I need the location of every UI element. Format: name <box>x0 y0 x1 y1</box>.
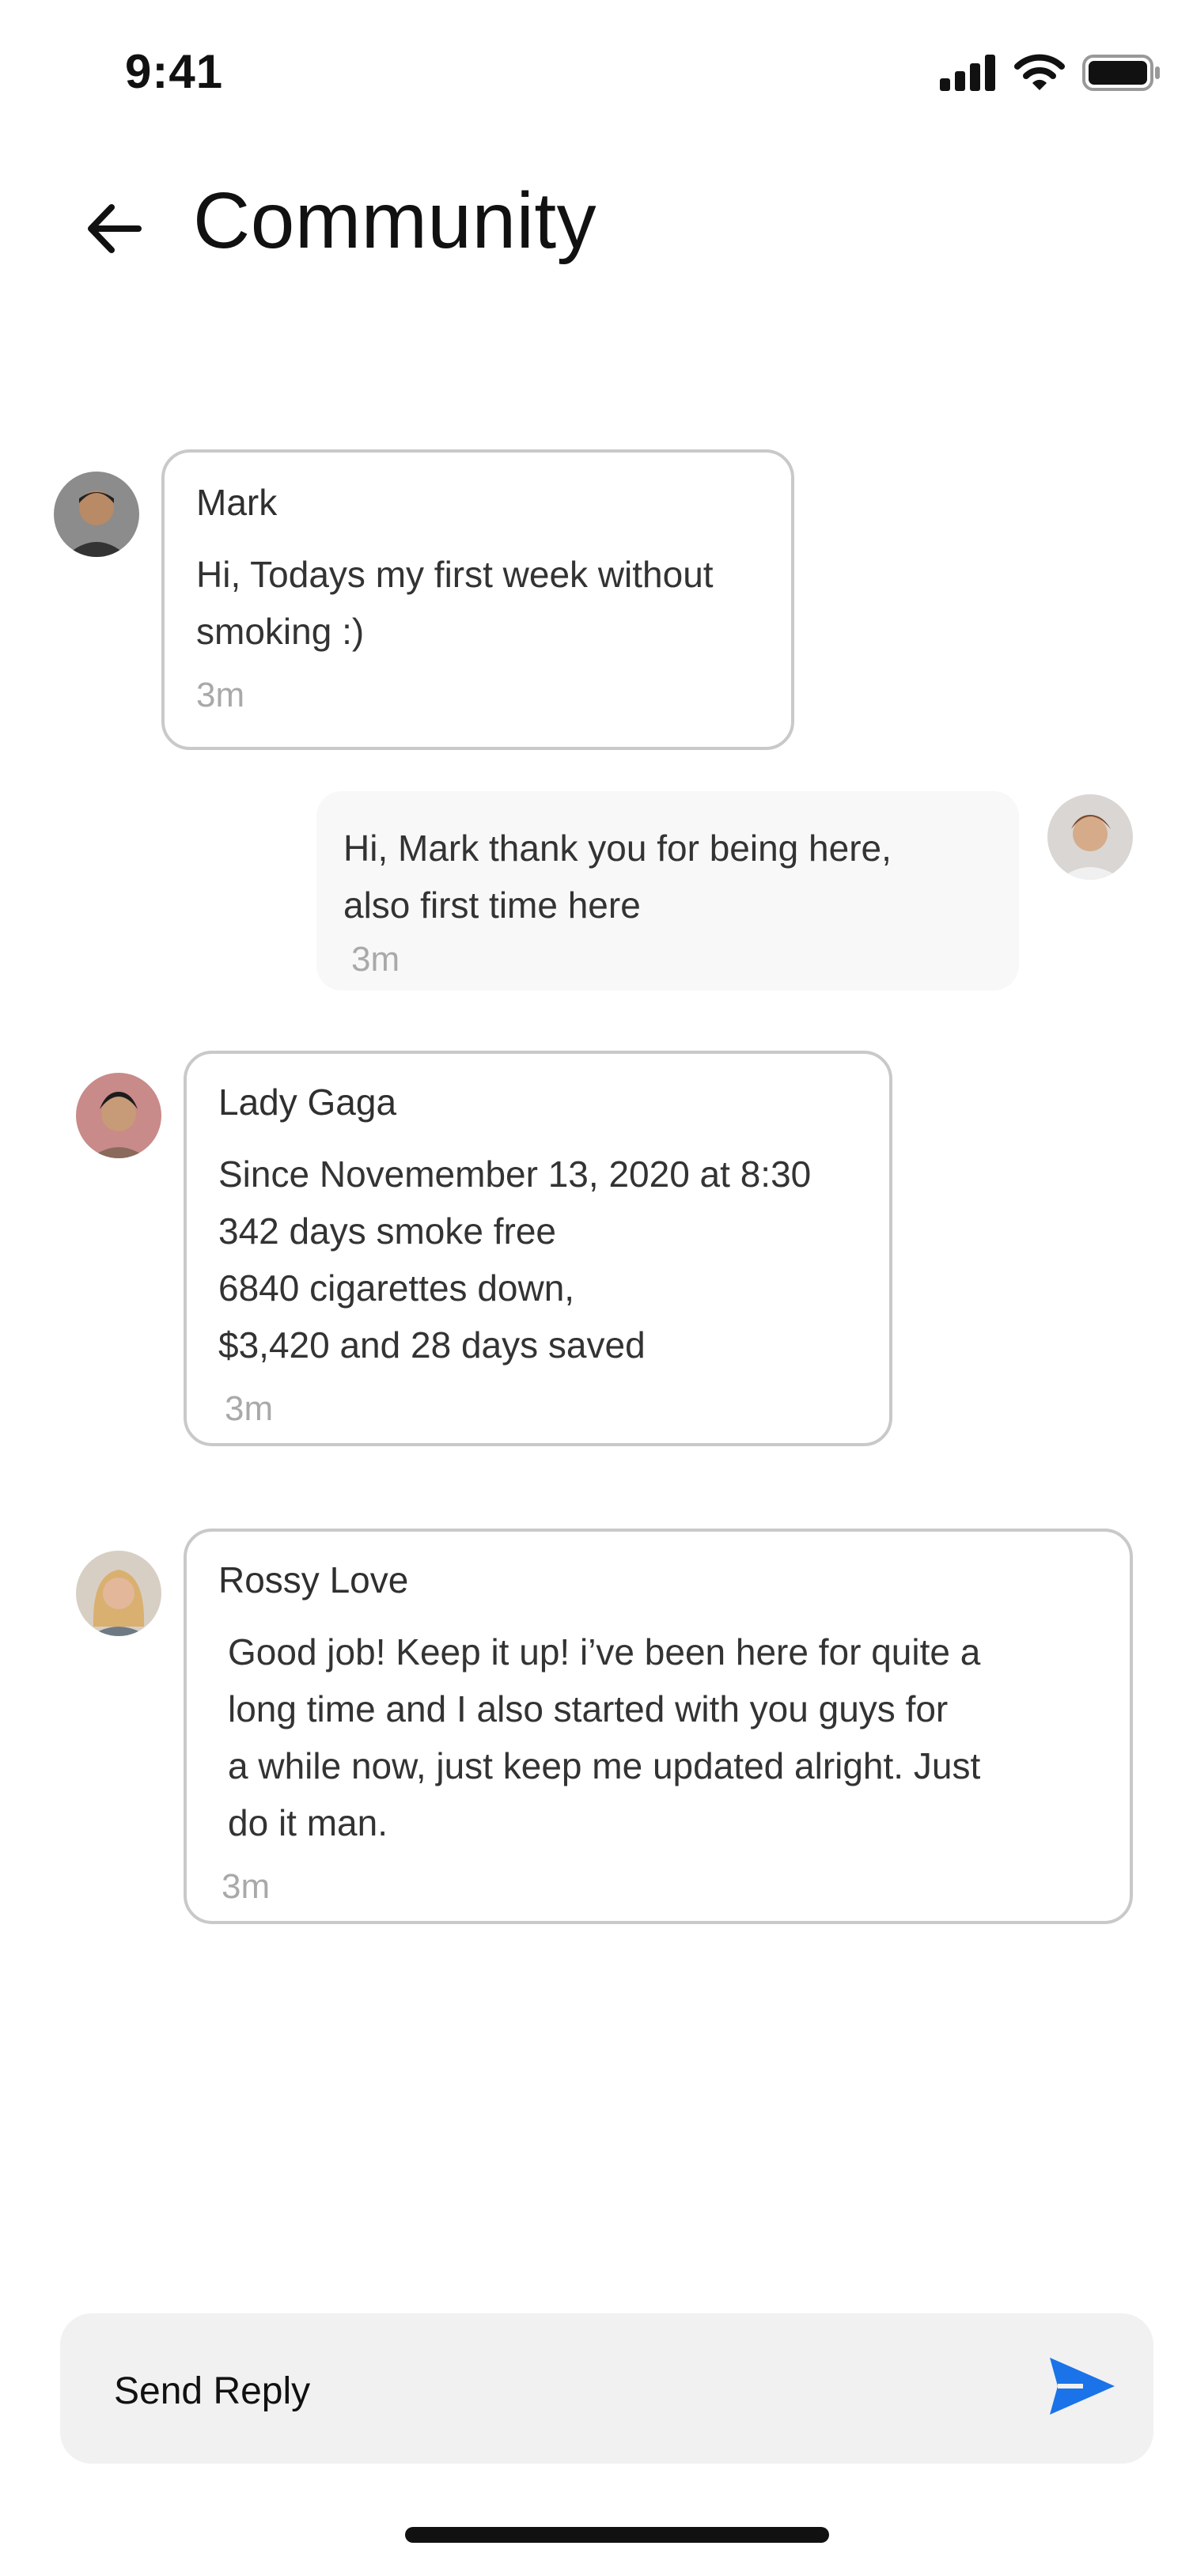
message-text: Since Novemember 13, 2020 at 8:30 342 da… <box>218 1154 812 1366</box>
message-timestamp: 3m <box>222 1867 271 1906</box>
reply-input[interactable] <box>114 2359 984 2423</box>
page-title: Community <box>193 176 597 265</box>
message-author: Rossy Love <box>218 1559 409 1601</box>
message-bubble-rossy-love[interactable]: Rossy Love Good job! Keep it up! i’ve be… <box>184 1529 1133 1924</box>
avatar-mark[interactable] <box>54 472 139 557</box>
avatar-self[interactable] <box>1047 794 1133 880</box>
message-text: Hi, Todays my first week without smoking… <box>196 554 714 652</box>
back-button[interactable] <box>79 193 150 264</box>
avatar-lady-gaga[interactable] <box>76 1073 161 1158</box>
message-bubble-mark[interactable]: Mark Hi, Todays my first week without sm… <box>161 449 794 750</box>
message-timestamp: 3m <box>225 1389 274 1428</box>
reply-bar <box>60 2313 1153 2464</box>
avatar-rossy-love[interactable] <box>76 1551 161 1636</box>
cellular-signal-icon <box>940 55 995 91</box>
message-author: Lady Gaga <box>218 1082 397 1123</box>
message-timestamp: 3m <box>351 940 400 979</box>
status-time: 9:41 <box>125 45 224 98</box>
status-icons <box>940 54 1161 92</box>
message-timestamp: 3m <box>196 676 245 714</box>
message-text: Hi, Mark thank you for being here, also … <box>343 828 892 926</box>
message-bubble-lady-gaga[interactable]: Lady Gaga Since Novemember 13, 2020 at 8… <box>184 1051 892 1446</box>
send-icon <box>1050 2358 1115 2415</box>
home-indicator <box>405 2527 829 2543</box>
wifi-icon <box>1014 54 1065 90</box>
send-button[interactable] <box>1043 2347 1122 2426</box>
message-text: Good job! Keep it up! i’ve been here for… <box>228 1631 981 1843</box>
arrow-left-icon <box>88 204 142 253</box>
battery-icon <box>1082 55 1160 91</box>
message-bubble-self[interactable]: Hi, Mark thank you for being here, also … <box>316 791 1019 991</box>
message-author: Mark <box>196 482 278 523</box>
